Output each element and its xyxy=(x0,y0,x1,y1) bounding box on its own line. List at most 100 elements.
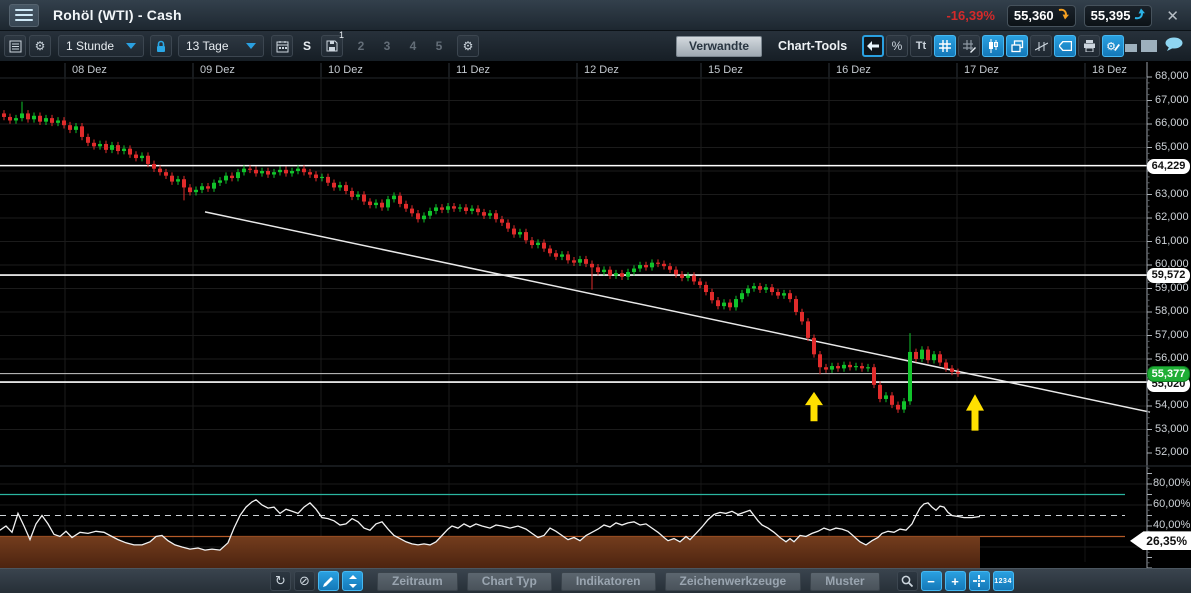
layout-slot-3[interactable]: 3 xyxy=(377,39,397,53)
settings-gear-icon[interactable]: ⚙ xyxy=(29,35,51,57)
size-large-icon[interactable] xyxy=(1141,40,1157,52)
zoom-magnifier-icon[interactable] xyxy=(897,571,918,591)
price-values-icon[interactable]: 1234 xyxy=(993,571,1014,591)
candle xyxy=(404,204,408,209)
date-axis-label: 18 Dez xyxy=(1092,64,1127,76)
candle xyxy=(650,263,654,268)
zoom-in-icon[interactable]: + xyxy=(945,571,966,591)
refresh-icon[interactable]: ↻ xyxy=(270,571,291,591)
candle xyxy=(248,169,252,170)
candle xyxy=(758,286,762,290)
candle xyxy=(662,264,666,266)
interval-dropdown[interactable]: 1 Stunde xyxy=(58,35,144,57)
candle xyxy=(632,269,636,273)
date-axis-label: 17 Dez xyxy=(964,64,999,76)
candle xyxy=(728,303,732,308)
chat-bubble-icon[interactable] xyxy=(1165,37,1183,55)
layout-settings-gear-icon[interactable]: ⚙ xyxy=(457,35,479,57)
print-icon[interactable] xyxy=(1078,35,1100,57)
grid-toggle-icon[interactable] xyxy=(934,35,956,57)
candle xyxy=(110,145,114,150)
sell-price-button[interactable]: 55,360 xyxy=(1007,5,1076,27)
menu-icon[interactable] xyxy=(9,4,39,27)
candle xyxy=(164,172,168,176)
candle xyxy=(116,145,120,151)
candle xyxy=(866,367,870,368)
candle xyxy=(566,254,570,260)
price-axis-label: 53,000 xyxy=(1155,423,1189,435)
candle xyxy=(800,312,804,321)
date-axis-label: 12 Dez xyxy=(584,64,619,76)
lock-icon[interactable] xyxy=(150,35,172,57)
candle xyxy=(830,366,834,370)
candle xyxy=(524,232,528,240)
candle xyxy=(740,293,744,299)
range-dropdown[interactable]: 13 Tage xyxy=(178,35,264,57)
text-tool-icon[interactable]: Tt xyxy=(910,35,932,57)
auto-scale-icon[interactable] xyxy=(342,571,363,591)
clear-drawings-icon[interactable]: ⊘ xyxy=(294,571,315,591)
size-medium-icon[interactable] xyxy=(1125,44,1137,52)
watchlist-icon[interactable] xyxy=(4,35,26,57)
date-axis-label: 09 Dez xyxy=(200,64,235,76)
candle xyxy=(254,170,258,174)
candle xyxy=(602,270,606,272)
back-arrow-icon[interactable] xyxy=(862,35,884,57)
price-label-tool-icon[interactable] xyxy=(1054,35,1076,57)
multi-window-icon[interactable] xyxy=(1006,35,1028,57)
candle xyxy=(2,113,6,117)
close-icon[interactable]: ✕ xyxy=(1160,7,1185,25)
candle xyxy=(434,207,438,211)
line-study-icon[interactable] xyxy=(1030,35,1052,57)
grid-edit-icon[interactable] xyxy=(958,35,980,57)
related-button[interactable]: Verwandte xyxy=(676,36,762,57)
candle xyxy=(422,216,426,220)
zeichenwerkzeuge-button[interactable]: Zeichenwerkzeuge xyxy=(665,572,802,591)
layout-slot-2[interactable]: 2 xyxy=(351,39,371,53)
chart-toolbar: ⚙ 1 Stunde 13 Tage S 1 2 3 4 5 ⚙ Verwand… xyxy=(0,31,1191,62)
candle xyxy=(794,299,798,312)
candle xyxy=(308,172,312,174)
sell-arrow-icon xyxy=(1058,8,1069,23)
indikatoren-button[interactable]: Indikatoren xyxy=(561,572,656,591)
signal-arrow-icon xyxy=(805,392,823,421)
layout-slot-4[interactable]: 4 xyxy=(403,39,423,53)
candle xyxy=(572,260,576,262)
chevron-down-icon xyxy=(126,43,136,49)
candle xyxy=(320,177,324,178)
candle xyxy=(296,169,300,171)
percent-tool-icon[interactable]: % xyxy=(886,35,908,57)
chart-typ-button[interactable]: Chart Typ xyxy=(467,572,552,591)
candle xyxy=(278,170,282,172)
snapshot-button[interactable]: S xyxy=(303,39,311,53)
candle xyxy=(356,195,360,197)
candle xyxy=(50,118,54,123)
chart-settings-gear-pencil-icon[interactable]: ⚙ xyxy=(1102,35,1124,57)
candle xyxy=(128,149,132,155)
muster-button[interactable]: Muster xyxy=(810,572,879,591)
draw-pencil-icon[interactable] xyxy=(318,571,339,591)
crosshair-icon[interactable] xyxy=(969,571,990,591)
date-axis-label: 11 Dez xyxy=(456,64,490,76)
zoom-out-icon[interactable]: − xyxy=(921,571,942,591)
save-layout-icon[interactable]: 1 xyxy=(321,35,343,57)
candle xyxy=(242,169,246,173)
zeitraum-button[interactable]: Zeitraum xyxy=(377,572,458,591)
buy-price-button[interactable]: 55,395 xyxy=(1084,5,1153,27)
candle xyxy=(788,293,792,299)
candle xyxy=(584,259,588,264)
candlestick-type-icon[interactable] xyxy=(982,35,1004,57)
candle xyxy=(20,113,24,118)
price-axis-label: 66,000 xyxy=(1155,117,1189,129)
layout-slot-5[interactable]: 5 xyxy=(429,39,449,53)
candle xyxy=(314,175,318,179)
candle xyxy=(218,180,222,182)
calendar-icon[interactable] xyxy=(271,35,293,57)
candle xyxy=(26,113,30,119)
main-chart-canvas[interactable] xyxy=(0,62,1191,568)
candle xyxy=(98,144,102,146)
candle xyxy=(188,187,192,192)
candle xyxy=(776,292,780,296)
chart-area[interactable]: 08 Dez09 Dez10 Dez11 Dez12 Dez15 Dez16 D… xyxy=(0,62,1191,568)
candle xyxy=(716,300,720,306)
